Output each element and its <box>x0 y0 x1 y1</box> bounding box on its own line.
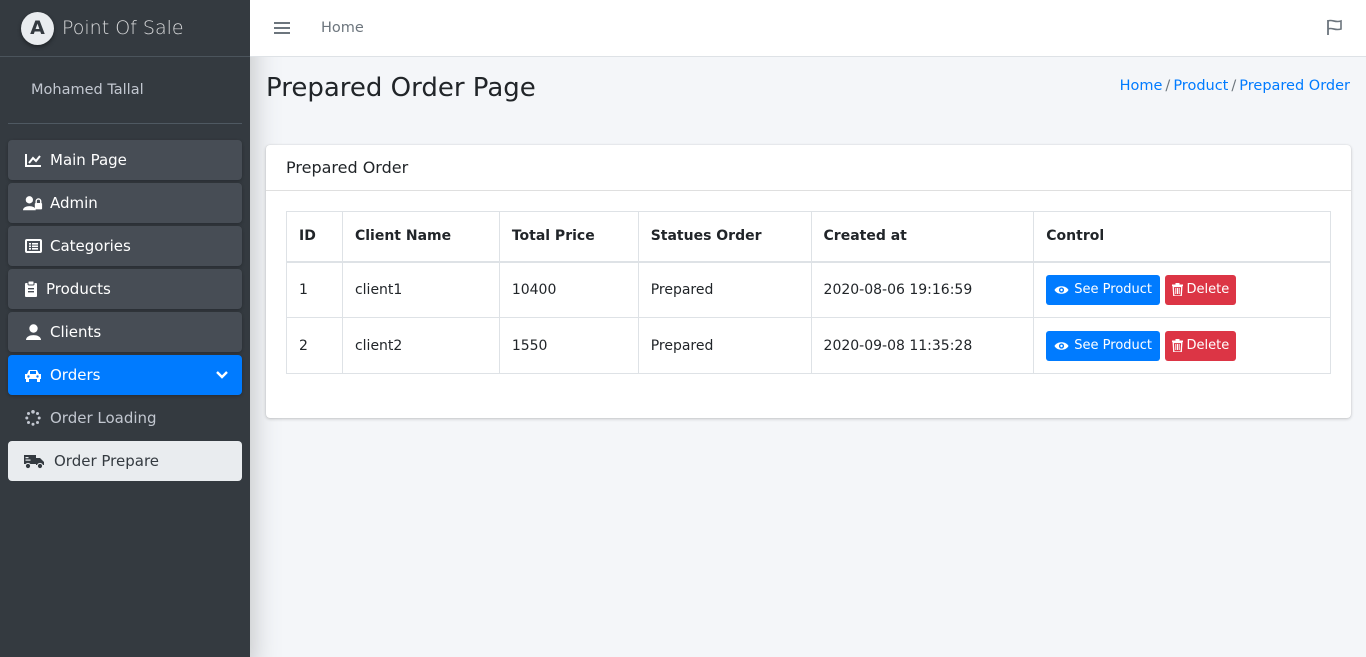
cell-total-price: 1550 <box>498 317 639 374</box>
sidebar-item-label: Products <box>46 280 111 298</box>
sidebar-item-products[interactable]: Products <box>8 269 242 309</box>
sidebar-subitem-label: Order Prepare <box>54 452 160 470</box>
bars-icon[interactable] <box>274 22 290 34</box>
delete-button[interactable]: Delete <box>1165 274 1237 305</box>
cell-status: Prepared <box>637 261 812 318</box>
user-panel: Mohamed Tallal <box>8 57 242 124</box>
sidebar-subitem-label: Order Loading <box>50 409 157 427</box>
cell-created-at: 2020-08-06 19:16:59 <box>810 261 1035 318</box>
sidebar-item-label: Admin <box>50 194 98 212</box>
table-header-row: ID Client Name Total Price Statues Order… <box>286 211 1331 263</box>
clipboard-icon <box>23 281 39 297</box>
eye-icon <box>1054 341 1069 351</box>
sidebar-item-main-page[interactable]: Main Page <box>8 140 242 180</box>
table-row: 1 client1 10400 Prepared 2020-08-06 19:1… <box>286 261 1331 318</box>
sidebar-nav: Main Page Admin Categories Products Clie… <box>0 124 250 481</box>
truck-icon <box>23 454 45 469</box>
chevron-down-icon <box>216 366 228 384</box>
column-header: Client Name <box>341 211 500 263</box>
breadcrumb: Home / Product / Prepared Order <box>1119 78 1350 94</box>
column-header: ID <box>286 211 343 263</box>
orders-table: ID Client Name Total Price Statues Order… <box>286 211 1331 374</box>
cell-id: 2 <box>286 317 343 374</box>
sidebar-item-label: Main Page <box>50 151 127 169</box>
page-title: Prepared Order Page <box>266 73 536 103</box>
sidebar-item-orders[interactable]: Orders <box>8 355 242 395</box>
column-header: Total Price <box>498 211 639 263</box>
sidebar-item-label: Categories <box>50 237 131 255</box>
trash-icon <box>1172 339 1184 352</box>
brand-title: Point Of Sale <box>62 17 184 39</box>
cell-client-name: client2 <box>341 317 500 374</box>
user-name[interactable]: Mohamed Tallal <box>31 82 144 98</box>
sidebar-item-categories[interactable]: Categories <box>8 226 242 266</box>
sidebar-subitem-order-loading[interactable]: Order Loading <box>8 398 242 438</box>
breadcrumb-home[interactable]: Home <box>1120 78 1163 94</box>
cell-status: Prepared <box>637 317 812 374</box>
user-icon <box>23 324 43 340</box>
see-product-label: See Product <box>1074 338 1153 353</box>
sidebar-item-label: Clients <box>50 323 102 341</box>
column-header: Control <box>1033 211 1331 263</box>
sidebar: A Point Of Sale Mohamed Tallal Main Page… <box>0 0 250 657</box>
cell-control: See Product Delete <box>1033 261 1331 318</box>
user-lock-icon <box>23 195 43 211</box>
cell-control: See Product Delete <box>1033 317 1331 374</box>
prepared-order-card: Prepared Order ID Client Name Total Pric… <box>266 145 1351 418</box>
eye-icon <box>1054 285 1069 295</box>
car-icon <box>23 369 43 382</box>
main-content: Prepared Order Page Home / Product / Prepare… <box>250 57 1366 657</box>
column-header: Created at <box>810 211 1035 263</box>
top-navbar: Home <box>250 0 1366 57</box>
sidebar-subitem-order-prepare[interactable]: Order Prepare <box>8 441 242 481</box>
sidebar-item-clients[interactable]: Clients <box>8 312 242 352</box>
see-product-button[interactable]: See Product <box>1046 274 1161 305</box>
cell-client-name: client1 <box>341 261 500 318</box>
cell-id: 1 <box>286 261 343 318</box>
spinner-icon <box>23 410 43 426</box>
flag-icon[interactable] <box>1326 19 1343 40</box>
trash-icon <box>1172 283 1184 297</box>
cell-created-at: 2020-09-08 11:35:28 <box>810 317 1035 374</box>
breadcrumb-prepared-order[interactable]: Prepared Order <box>1239 78 1350 94</box>
delete-button[interactable]: Delete <box>1165 330 1237 361</box>
cell-total-price: 10400 <box>498 261 639 318</box>
top-nav-home-link[interactable]: Home <box>321 20 364 36</box>
see-product-label: See Product <box>1074 282 1153 298</box>
list-alt-icon <box>23 239 43 253</box>
delete-label: Delete <box>1186 282 1230 298</box>
breadcrumb-product[interactable]: Product <box>1173 78 1228 94</box>
card-title: Prepared Order <box>266 145 1351 191</box>
sidebar-item-label: Orders <box>50 366 101 384</box>
brand-link[interactable]: A Point Of Sale <box>0 0 250 57</box>
column-header: Statues Order <box>637 211 812 263</box>
sidebar-item-admin[interactable]: Admin <box>8 183 242 223</box>
delete-label: Delete <box>1186 338 1230 353</box>
chart-line-icon <box>23 153 43 167</box>
table-row: 2 client2 1550 Prepared 2020-09-08 11:35… <box>286 317 1331 374</box>
brand-logo: A <box>21 11 54 45</box>
see-product-button[interactable]: See Product <box>1046 330 1161 361</box>
